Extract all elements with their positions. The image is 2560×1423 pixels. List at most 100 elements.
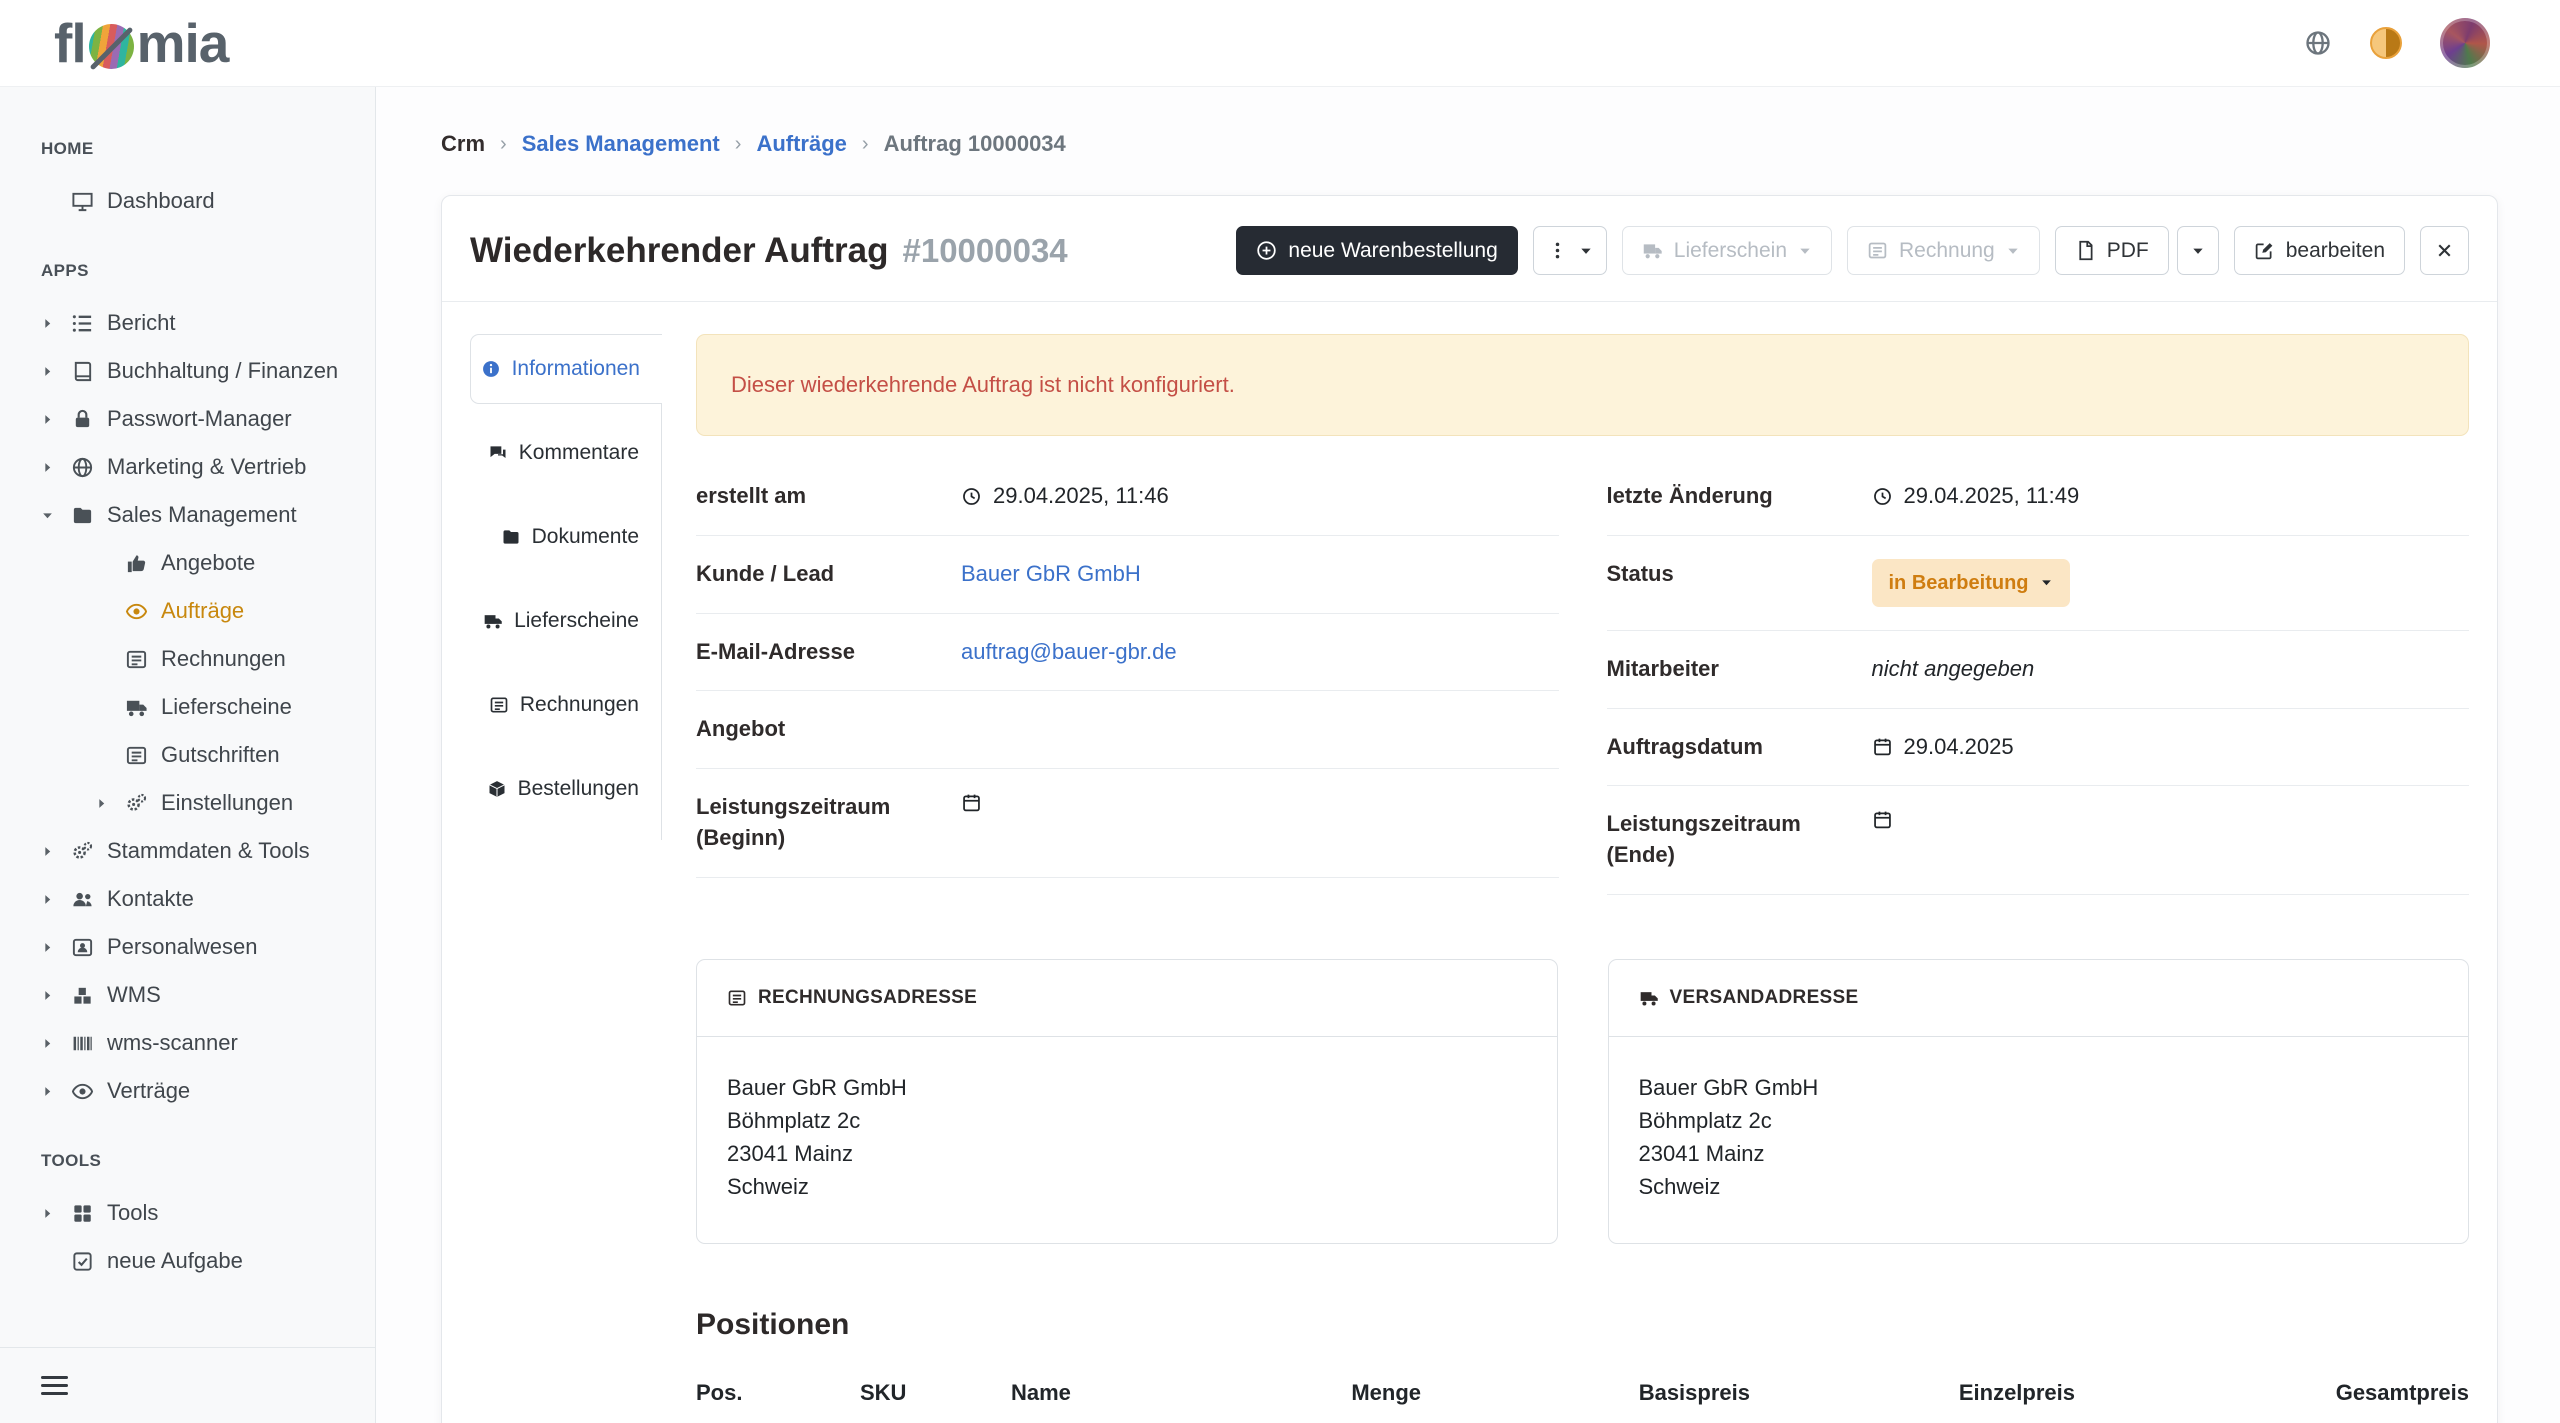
sidebar-item-bericht[interactable]: Bericht bbox=[0, 299, 375, 347]
sidebar-item-neue-aufgabe[interactable]: neue Aufgabe bbox=[0, 1237, 375, 1285]
billing-address-body: Bauer GbR GmbH Böhmplatz 2c 23041 Mainz … bbox=[697, 1037, 1557, 1243]
caret-right-icon[interactable] bbox=[41, 317, 69, 330]
caret-right-icon[interactable] bbox=[41, 413, 69, 426]
orders-eye-icon bbox=[123, 600, 149, 623]
sidebar-item-gutschriften[interactable]: Gutschriften bbox=[0, 731, 375, 779]
sidebar-item-dashboard[interactable]: Dashboard bbox=[0, 177, 375, 225]
theme-toggle-icon[interactable] bbox=[2370, 27, 2402, 59]
field-row-offer: Angebot bbox=[696, 691, 1559, 769]
app-logo[interactable]: flmia bbox=[54, 11, 228, 75]
caret-right-icon[interactable] bbox=[41, 1085, 69, 1098]
order-toolbar: neue Warenbestellung Lieferschein Rechnu… bbox=[1236, 226, 2469, 275]
breadcrumb-separator: › bbox=[862, 133, 869, 156]
book-icon bbox=[69, 360, 95, 383]
logo-o-icon bbox=[89, 24, 134, 69]
tab-rechnungen[interactable]: Rechnungen bbox=[470, 670, 661, 740]
sidebar-item-marketing[interactable]: Marketing & Vertrieb bbox=[0, 443, 375, 491]
main-content: Crm › Sales Management › Aufträge › Auft… bbox=[376, 87, 2560, 1423]
breadcrumb-link-auftraege[interactable]: Aufträge bbox=[756, 131, 846, 157]
sidebar-item-tools[interactable]: Tools bbox=[0, 1189, 375, 1237]
credit-note-icon bbox=[123, 744, 149, 767]
truck-icon bbox=[483, 611, 503, 631]
sidebar-collapse-icon[interactable] bbox=[41, 1371, 68, 1400]
clock-icon bbox=[961, 486, 982, 507]
caret-down-icon bbox=[2040, 576, 2053, 589]
tab-lieferscheine[interactable]: Lieferscheine bbox=[470, 586, 661, 656]
close-icon bbox=[2434, 240, 2455, 261]
caret-right-icon[interactable] bbox=[95, 797, 123, 810]
caret-down-icon[interactable] bbox=[41, 509, 69, 522]
lieferschein-button[interactable]: Lieferschein bbox=[1622, 226, 1832, 275]
order-title: Wiederkehrender Auftrag bbox=[470, 231, 888, 271]
sidebar-item-sales-management[interactable]: Sales Management bbox=[0, 491, 375, 539]
caret-right-icon[interactable] bbox=[41, 1207, 69, 1220]
breadcrumb-link-sales-management[interactable]: Sales Management bbox=[522, 131, 720, 157]
sidebar: HOME Dashboard APPS Bericht Buchhaltung … bbox=[0, 87, 376, 1423]
positions-heading: Positionen bbox=[696, 1308, 2469, 1342]
caret-right-icon[interactable] bbox=[41, 845, 69, 858]
sidebar-item-stammdaten[interactable]: Stammdaten & Tools bbox=[0, 827, 375, 875]
avatar[interactable] bbox=[2440, 18, 2490, 68]
col-sku: SKU bbox=[860, 1380, 1011, 1406]
tab-dokumente[interactable]: Dokumente bbox=[470, 502, 661, 572]
users-icon bbox=[69, 888, 95, 911]
sidebar-item-kontakte[interactable]: Kontakte bbox=[0, 875, 375, 923]
pdf-dropdown-button[interactable] bbox=[2177, 226, 2219, 275]
pdf-button[interactable]: PDF bbox=[2055, 226, 2169, 275]
tab-informationen[interactable]: Informationen bbox=[470, 334, 662, 404]
email-link[interactable]: auftrag@bauer-gbr.de bbox=[961, 637, 1177, 668]
order-card-body: Informationen Kommentare Dokumente Liefe… bbox=[442, 302, 2497, 1423]
sidebar-item-vertraege[interactable]: Verträge bbox=[0, 1067, 375, 1115]
field-row-order-date: Auftragsdatum 29.04.2025 bbox=[1607, 709, 2470, 787]
field-row-customer: Kunde / Lead Bauer GbR GmbH bbox=[696, 536, 1559, 614]
edit-button[interactable]: bearbeiten bbox=[2234, 226, 2405, 275]
breadcrumb-root[interactable]: Crm bbox=[441, 131, 485, 157]
gears-icon bbox=[69, 840, 95, 863]
col-gesamtpreis: Gesamtpreis bbox=[2075, 1380, 2469, 1406]
caret-right-icon[interactable] bbox=[41, 461, 69, 474]
pdf-split-button: PDF bbox=[2055, 226, 2219, 275]
sidebar-item-wms-scanner[interactable]: wms-scanner bbox=[0, 1019, 375, 1067]
tab-kommentare[interactable]: Kommentare bbox=[470, 418, 661, 488]
page-title: Wiederkehrender Auftrag #10000034 bbox=[470, 231, 1068, 271]
sidebar-item-angebote[interactable]: Angebote bbox=[0, 539, 375, 587]
field-row-email: E-Mail-Adresse auftrag@bauer-gbr.de bbox=[696, 614, 1559, 692]
caret-right-icon[interactable] bbox=[41, 989, 69, 1002]
caret-right-icon[interactable] bbox=[41, 893, 69, 906]
new-purchase-order-button[interactable]: neue Warenbestellung bbox=[1236, 226, 1517, 275]
truck-icon bbox=[1639, 988, 1659, 1008]
sidebar-item-passwort-manager[interactable]: Passwort-Manager bbox=[0, 395, 375, 443]
rechnung-button[interactable]: Rechnung bbox=[1847, 226, 2040, 275]
language-globe-icon[interactable] bbox=[2304, 29, 2332, 57]
invoice-icon bbox=[489, 695, 509, 715]
caret-right-icon[interactable] bbox=[41, 365, 69, 378]
sidebar-item-rechnungen[interactable]: Rechnungen bbox=[0, 635, 375, 683]
breadcrumb-separator: › bbox=[735, 133, 742, 156]
caret-right-icon[interactable] bbox=[41, 941, 69, 954]
close-button[interactable] bbox=[2420, 226, 2469, 275]
tab-bestellungen[interactable]: Bestellungen bbox=[470, 754, 661, 824]
sidebar-item-auftraege[interactable]: Aufträge bbox=[0, 587, 375, 635]
boxes-icon bbox=[69, 984, 95, 1007]
more-actions-button[interactable] bbox=[1533, 226, 1607, 275]
invoice-icon bbox=[123, 648, 149, 671]
barcode-icon bbox=[69, 1032, 95, 1055]
folder-icon bbox=[69, 504, 95, 527]
tab-pane-informationen: Dieser wiederkehrende Auftrag ist nicht … bbox=[696, 334, 2469, 1423]
field-row-employee: Mitarbeiter nicht angegeben bbox=[1607, 631, 2470, 709]
sidebar-item-buchhaltung[interactable]: Buchhaltung / Finanzen bbox=[0, 347, 375, 395]
customer-link[interactable]: Bauer GbR GmbH bbox=[961, 559, 1141, 590]
sidebar-item-lieferscheine[interactable]: Lieferscheine bbox=[0, 683, 375, 731]
shipping-address-body: Bauer GbR GmbH Böhmplatz 2c 23041 Mainz … bbox=[1609, 1037, 2469, 1243]
folder-icon bbox=[501, 527, 521, 547]
caret-right-icon[interactable] bbox=[41, 1037, 69, 1050]
order-fields: erstellt am 29.04.2025, 11:46 Kunde / Le… bbox=[696, 458, 2469, 895]
status-badge[interactable]: in Bearbeitung bbox=[1872, 559, 2070, 607]
sidebar-item-personalwesen[interactable]: Personalwesen bbox=[0, 923, 375, 971]
sidebar-item-einstellungen[interactable]: Einstellungen bbox=[0, 779, 375, 827]
field-row-period-end: Leistungszeitraum (Ende) bbox=[1607, 786, 2470, 895]
sidebar-item-wms[interactable]: WMS bbox=[0, 971, 375, 1019]
breadcrumb-separator: › bbox=[500, 133, 507, 156]
info-icon bbox=[481, 359, 501, 379]
positions-section: Positionen Pos. SKU Name Menge Basisprei… bbox=[696, 1308, 2469, 1423]
